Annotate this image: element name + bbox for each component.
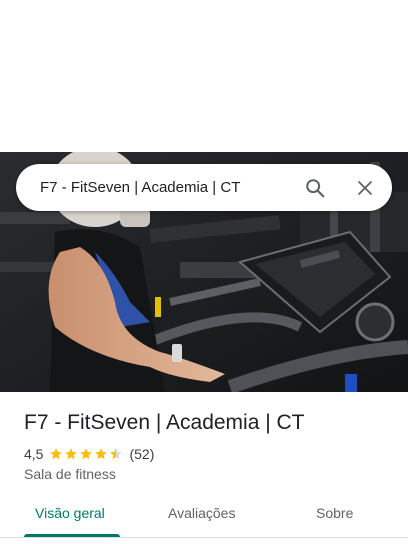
search-input[interactable]: F7 - FitSeven | Academia | CT [40,164,240,211]
tab-overview[interactable]: Visão geral [35,505,105,521]
place-title: F7 - FitSeven | Academia | CT [24,411,305,434]
tab-reviews[interactable]: Avaliações [168,505,235,521]
star-icon [95,448,108,460]
search-bar[interactable]: F7 - FitSeven | Academia | CT [16,164,392,211]
rating-value: 4,5 [24,446,44,462]
tab-about[interactable]: Sobre [316,505,353,521]
search-icon[interactable] [300,173,330,203]
star-rating [49,447,124,461]
place-info-panel: F7 - FitSeven | Academia | CT 4,5 (52) S… [0,392,408,544]
tabs-divider [0,537,408,538]
map-area-blank [0,0,408,152]
place-tabs: Visão geral Avaliações Sobre [0,494,408,538]
rating-row[interactable]: 4,5 (52) [24,445,154,463]
star-icon [65,448,78,460]
star-icon [80,448,93,460]
star-icon [110,448,123,460]
star-icon [50,448,63,460]
place-category: Sala de fitness [24,466,116,482]
close-icon[interactable] [350,173,380,203]
review-count[interactable]: (52) [129,446,154,462]
